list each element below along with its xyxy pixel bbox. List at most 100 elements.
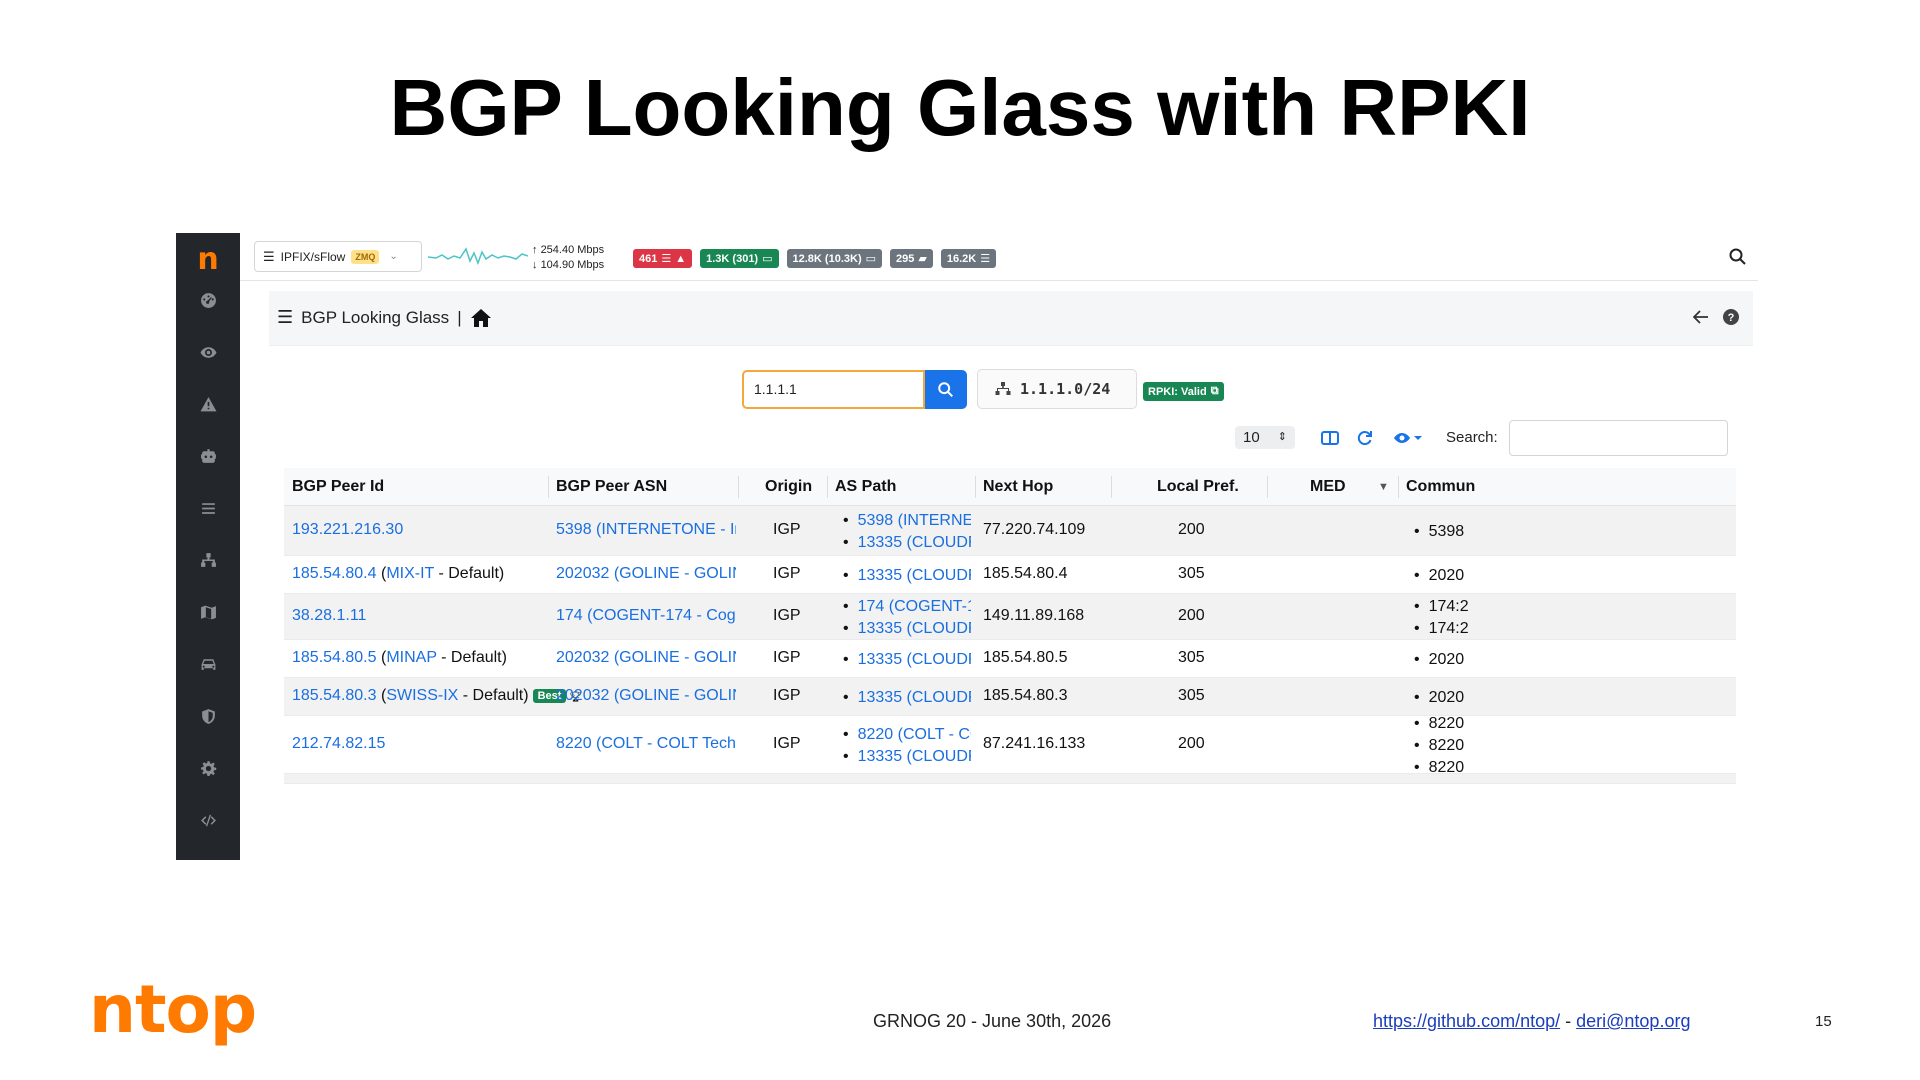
as-path-item: 174 (COGENT-174 [839,596,971,618]
peer-extra-text: ( [376,649,387,666]
search-icon[interactable] [1728,247,1748,267]
as-path-list: 13335 (CLOUDFL/ [839,687,971,709]
page-size-select[interactable]: 10 ⇕ [1235,426,1295,449]
peer-extra-text: ( [376,687,387,704]
ixp-link[interactable]: MIX-IT [386,565,434,582]
origin-cell: IGP [773,521,801,538]
peer-asn-link[interactable]: 8220 (COLT - COLT Techno... [556,735,736,752]
as-path-link[interactable]: 13335 (CLOUDFL/ [858,748,971,765]
list-icon[interactable] [176,494,240,522]
columns-icon[interactable] [1319,428,1341,448]
ip-search-input[interactable]: 1.1.1.1 [742,370,925,409]
robot-icon[interactable] [176,442,240,470]
local-pref-cell: 305 [1178,565,1205,582]
eye-icon[interactable] [176,338,240,366]
as-path-link[interactable]: 13335 (CLOUDFL/ [858,620,971,637]
rpki-badge[interactable]: RPKI: Valid ⧉ [1143,382,1224,401]
col-origin[interactable]: Origin [765,478,812,496]
dashboard-icon[interactable] [176,286,240,314]
peer-id-link[interactable]: 185.54.80.3 [292,687,377,704]
col-next-hop[interactable]: Next Hop [983,478,1053,496]
ip-search-button[interactable] [925,370,967,409]
remote-hosts-badge[interactable]: 12.8K (10.3K) ▭ [786,249,883,268]
peer-id-link[interactable]: 193.221.216.30 [292,521,403,538]
code-icon[interactable] [176,806,240,834]
peer-id-link[interactable]: 212.74.82.15 [292,735,385,752]
community-item: 8220 [1410,735,1736,757]
help-icon[interactable]: ? [1723,309,1739,325]
title-separator: | [457,307,462,327]
ixp-link[interactable]: MINAP [386,649,436,666]
throughput: ↑ 254.40 Mbps ↓ 104.90 Mbps [532,243,604,273]
alerts-badge[interactable]: 461 ☰ ▲ [633,249,693,268]
col-communities[interactable]: Commun [1406,478,1475,496]
community-value: 174:2 [1428,598,1469,615]
col-med[interactable]: MED [1310,478,1346,496]
peer-extra-text: - Default) [458,687,529,704]
sort-desc-icon[interactable]: ▼ [1378,481,1389,493]
peer-asn-cell: 202032 (GOLINE - GOLINE ... [556,565,736,583]
home-icon[interactable] [470,308,492,328]
list-icon: ☰ [980,253,991,265]
ixp-link[interactable]: SWISS-IX [386,687,458,704]
list-icon: ☰ [661,253,672,265]
local-pref-cell: 200 [1178,607,1205,624]
peer-id-link[interactable]: 38.28.1.11 [292,607,366,624]
as-path-item: 13335 (CLOUDFL/ [839,532,971,554]
community-value: 2020 [1428,567,1465,584]
peer-asn-link[interactable]: 202032 (GOLINE - GOLINE ... [556,649,736,666]
as-path-link[interactable]: 13335 (CLOUDFL/ [858,534,971,551]
gear-icon[interactable] [176,754,240,782]
as-path-link[interactable]: 8220 (COLT - COL [858,726,971,743]
back-arrow-icon[interactable] [1693,310,1709,324]
as-path-item: 13335 (CLOUDFL/ [839,746,971,768]
flows-badge[interactable]: 16.2K ☰ [940,249,997,268]
car-icon: ▰ [918,253,927,265]
peer-asn-link[interactable]: 174 (COGENT-174 - Cogent... [556,607,736,624]
peer-asn-link[interactable]: 5398 (INTERNETONE - Inte... [556,521,736,538]
table-search-input[interactable] [1509,420,1728,456]
refresh-icon[interactable] [1354,428,1376,448]
top-bar: ☰ IPFIX/sFlow ZMQ ⌄ ↑ 254.40 Mbps ↓ 104.… [240,233,1758,281]
col-bgp-peer-asn[interactable]: BGP Peer ASN [556,478,667,496]
col-as-path[interactable]: AS Path [835,478,896,496]
app-logo[interactable]: n [176,239,240,279]
shield-icon[interactable] [176,702,240,730]
github-link[interactable]: https://github.com/ntop/ [1373,1011,1560,1031]
next-hop-cell: 185.54.80.5 [983,649,1068,666]
hierarchy-icon[interactable] [176,546,240,574]
community-item: 2020 [1410,565,1736,587]
alert-icon[interactable] [176,390,240,418]
as-path-item: 13335 (CLOUDFL/ [839,687,971,709]
prefix-display: 1.1.1.0/24 [977,369,1137,409]
peer-id-cell: 185.54.80.5 (MINAP - Default) [292,649,507,667]
as-path-item: 5398 (INTERNETC [839,510,971,532]
col-local-pref[interactable]: Local Pref. [1157,478,1239,496]
community-value: 5398 [1428,523,1465,540]
peer-id-link[interactable]: 185.54.80.4 [292,565,377,582]
peer-id-link[interactable]: 185.54.80.5 [292,649,377,666]
peer-asn-link[interactable]: 202032 (GOLINE - GOLINE ... [556,687,736,704]
community-item: 2020 [1410,687,1736,709]
car-icon[interactable] [176,650,240,678]
next-hop-cell: 185.54.80.3 [983,687,1068,704]
visibility-dropdown-icon[interactable] [1392,428,1424,448]
community-item: 5398 [1410,521,1736,543]
peer-extra-text: - Default) [434,565,505,582]
hosts-badge[interactable]: 1.3K (301) ▭ [700,249,779,268]
as-path-link[interactable]: 13335 (CLOUDFL/ [858,689,971,706]
as-path-list: 5398 (INTERNETC 13335 (CLOUDFL/ [839,510,971,554]
menu-icon[interactable]: ☰ [277,307,293,328]
interface-selector[interactable]: ☰ IPFIX/sFlow ZMQ ⌄ [254,241,422,272]
peer-asn-link[interactable]: 202032 (GOLINE - GOLINE ... [556,565,736,582]
as-path-link[interactable]: 5398 (INTERNETC [858,512,971,529]
devices-badge[interactable]: 295 ▰ [890,249,933,268]
as-path-link[interactable]: 13335 (CLOUDFL/ [858,651,971,668]
local-pref-cell: 305 [1178,687,1205,704]
as-path-link[interactable]: 13335 (CLOUDFL/ [858,567,971,584]
as-path-link[interactable]: 174 (COGENT-174 [858,598,971,615]
col-bgp-peer-id[interactable]: BGP Peer Id [292,478,384,496]
page-number: 15 [1815,1013,1832,1030]
email-link[interactable]: deri@ntop.org [1576,1011,1690,1031]
map-icon[interactable] [176,598,240,626]
